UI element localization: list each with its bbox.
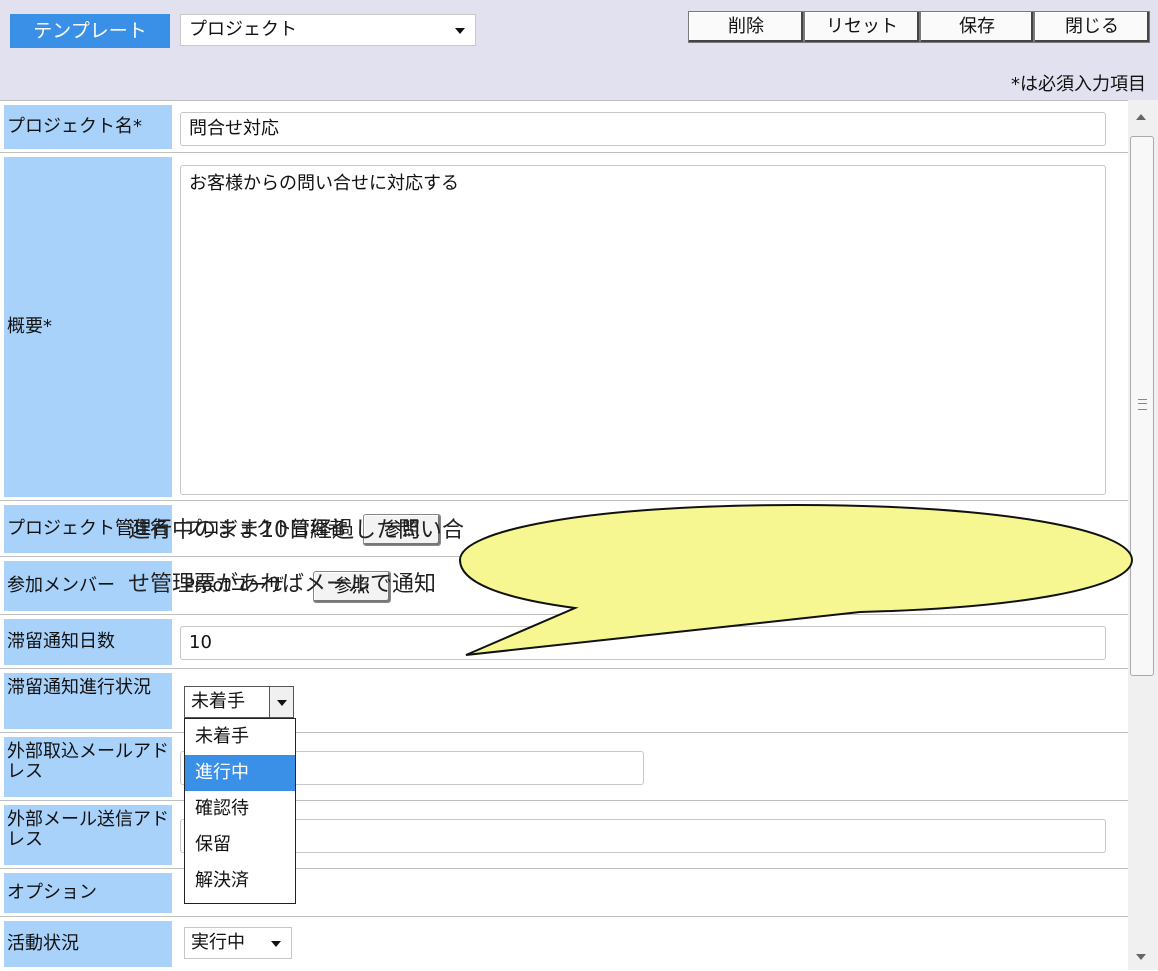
close-button[interactable]: 閉じる: [1034, 11, 1150, 43]
required-note: *は必須入力項目: [1011, 74, 1146, 95]
project-name-input[interactable]: 問合せ対応: [180, 112, 1106, 146]
save-button[interactable]: 保存: [920, 11, 1034, 43]
template-label: テンプレート: [10, 14, 170, 48]
row-external-import-mail: 外部取込メールアドレス: [0, 732, 1128, 801]
delete-button[interactable]: 削除: [688, 11, 804, 43]
activity-status-value: 実行中: [191, 932, 245, 953]
options-label: オプション: [4, 873, 172, 913]
option-not-started[interactable]: 未着手: [185, 719, 295, 755]
stagnation-days-label: 滞留通知日数: [4, 619, 172, 665]
activity-status-label: 活動状況: [4, 921, 172, 967]
summary-textarea[interactable]: お客様からの問い合せに対応する: [180, 165, 1106, 495]
template-select[interactable]: プロジェクト: [180, 14, 476, 46]
chevron-down-icon: [271, 941, 281, 947]
stagnation-status-label: 滞留通知進行状況: [4, 673, 172, 729]
stagnation-status-select[interactable]: 未着手: [184, 686, 294, 718]
callout-line-2: せ管理票があればメールで通知: [128, 572, 437, 597]
option-in-progress[interactable]: 進行中: [185, 755, 295, 791]
external-import-mail-label: 外部取込メールアドレス: [4, 737, 172, 797]
external-send-mail-label: 外部メール送信アドレス: [4, 805, 172, 865]
scroll-up-arrow-icon[interactable]: [1136, 114, 1146, 120]
row-options: オプション: [0, 868, 1128, 917]
project-name-label: プロジェクト名*: [4, 105, 172, 149]
chevron-down-icon: [455, 28, 465, 34]
scroll-down-arrow-icon[interactable]: [1136, 954, 1146, 960]
option-on-hold[interactable]: 保留: [185, 827, 295, 863]
external-send-mail-input[interactable]: [180, 819, 1106, 853]
row-summary: 概要* お客様からの問い合せに対応する: [0, 152, 1128, 501]
callout-line-1: 進行中のまま10日経過した問い合: [128, 518, 464, 543]
grip-icon: [1138, 399, 1147, 410]
reset-button[interactable]: リセット: [804, 11, 920, 43]
row-external-send-mail: 外部メール送信アドレス: [0, 800, 1128, 869]
row-activity-status: 活動状況 実行中: [0, 916, 1128, 971]
stagnation-status-value: 未着手: [191, 691, 245, 712]
activity-status-select[interactable]: 実行中: [184, 927, 292, 959]
option-awaiting-confirmation[interactable]: 確認待: [185, 791, 295, 827]
chevron-down-icon[interactable]: [269, 687, 293, 717]
toolbar: テンプレート プロジェクト 削除 リセット 保存 閉じる *は必須入力項目: [0, 0, 1158, 100]
template-select-value: プロジェクト: [189, 19, 297, 40]
stagnation-status-options: 未着手 進行中 確認待 保留 解決済: [184, 718, 296, 904]
option-resolved[interactable]: 解決済: [185, 863, 295, 899]
summary-label: 概要*: [4, 157, 172, 497]
row-project-name: プロジェクト名* 問合せ対応: [0, 100, 1128, 153]
row-stagnation-status: 滞留通知進行状況 未着手: [0, 668, 1128, 733]
